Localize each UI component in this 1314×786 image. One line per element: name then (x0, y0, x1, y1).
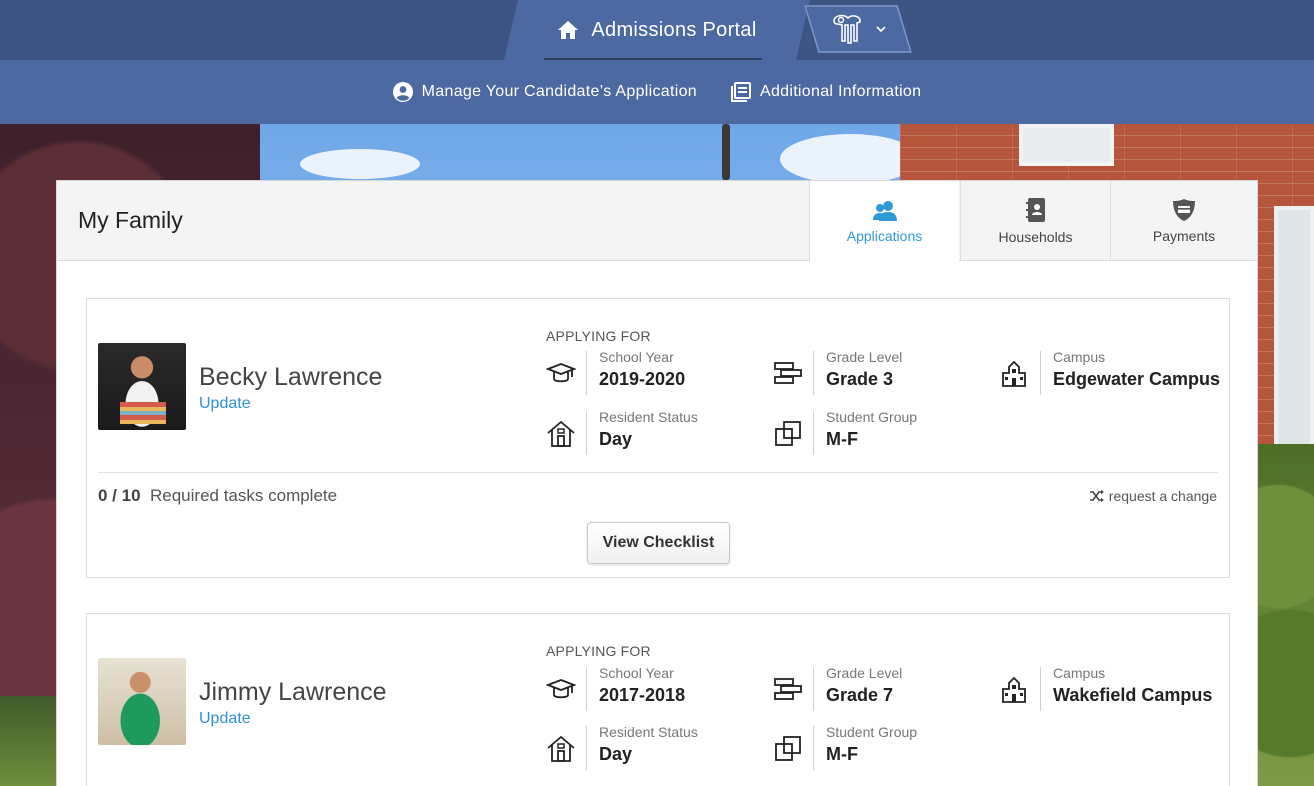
home-icon (557, 20, 579, 40)
tab-households[interactable]: Households (960, 181, 1110, 261)
ivy (1254, 444, 1314, 786)
building-window (1274, 206, 1314, 476)
overlapping-squares-icon (775, 421, 801, 446)
cloud (780, 134, 920, 184)
candidate-name: Becky Lawrence (199, 363, 383, 391)
building-icon (1002, 676, 1026, 703)
tasks-text: Required tasks complete (150, 486, 338, 505)
tab-payments-label: Payments (1152, 228, 1216, 244)
top-bar: Admissions Portal (0, 0, 1314, 60)
student-group-value: M-F (826, 744, 858, 764)
campus-value: Wakefield Campus (1053, 685, 1213, 705)
field-separator (586, 726, 587, 770)
resident-status-value: Day (599, 744, 633, 764)
school-year-value: 2017-2018 (599, 685, 686, 705)
school-logo-menu[interactable] (804, 5, 912, 53)
books (120, 402, 166, 424)
stacked-blocks-icon (774, 362, 802, 384)
candidate-name: Jimmy Lawrence (199, 678, 387, 706)
users-icon (872, 200, 897, 221)
request-change-link[interactable]: request a change (1089, 488, 1217, 504)
building-window (1019, 124, 1114, 166)
campus-value: Edgewater Campus (1053, 369, 1221, 389)
house-icon (547, 420, 575, 447)
tasks-progress: 0 / 10 Required tasks complete (98, 486, 337, 506)
tab-payments[interactable]: Payments (1110, 181, 1257, 261)
student-group-label: Student Group (826, 409, 918, 425)
field-separator (813, 726, 814, 770)
applying-for-heading: APPLYING FOR (546, 328, 651, 344)
my-family-panel: My Family Applications Households Paymen… (56, 180, 1258, 786)
candidate-card: Jimmy Lawrence Update APPLYING FOR Schoo… (86, 613, 1230, 786)
main-nav: Manage Your Candidate’s Application Addi… (0, 60, 1314, 124)
account-circle-icon (392, 82, 413, 102)
applying-for-heading: APPLYING FOR (546, 643, 651, 659)
building-icon (1002, 360, 1026, 387)
campus-label: Campus (1053, 665, 1106, 681)
overlapping-squares-icon (775, 736, 801, 761)
view-checklist-button[interactable]: View Checklist (587, 522, 730, 564)
tab-applications-label: Applications (846, 227, 923, 244)
stacked-blocks-icon (774, 678, 802, 700)
campus-label: Campus (1053, 349, 1106, 365)
grass (0, 696, 60, 786)
field-separator (586, 667, 587, 711)
resident-status-label: Resident Status (599, 724, 698, 740)
request-change-label: request a change (1108, 488, 1217, 504)
nav-manage-application[interactable]: Manage Your Candidate’s Application (392, 82, 697, 102)
resident-status-value: Day (599, 429, 633, 449)
nav-additional-information-label: Additional Information (759, 83, 922, 100)
nav-manage-application-label: Manage Your Candidate’s Application (421, 83, 697, 100)
shuffle-icon (1089, 490, 1104, 502)
cloud (300, 149, 420, 179)
candidate-photo (98, 343, 186, 430)
school-year-label: School Year (599, 665, 674, 681)
document-list-icon (730, 82, 751, 102)
student-group-label: Student Group (826, 724, 918, 740)
field-separator (586, 411, 587, 455)
nav-additional-information[interactable]: Additional Information (730, 82, 922, 102)
graduation-cap-icon (546, 679, 576, 699)
student-group-value: M-F (826, 429, 858, 449)
school-year-label: School Year (599, 349, 674, 365)
logo-tab-border (804, 5, 912, 53)
field-separator (813, 411, 814, 455)
grade-level-label: Grade Level (826, 665, 903, 681)
address-book-icon (1025, 198, 1045, 222)
candidate-card: Becky Lawrence Update APPLYING FOR Schoo… (86, 298, 1230, 578)
candidate-photo (98, 658, 186, 745)
tasks-count: 0 / 10 (98, 486, 141, 505)
tab-households-label: Households (998, 229, 1073, 245)
portal-title: Admissions Portal (591, 18, 757, 41)
school-year-value: 2019-2020 (599, 369, 686, 389)
payment-shield-icon (1173, 199, 1195, 221)
update-link[interactable]: Update (199, 710, 251, 728)
field-separator (813, 351, 814, 395)
page-title: My Family (78, 207, 183, 233)
spire (722, 124, 730, 180)
field-separator (586, 351, 587, 395)
field-separator (1040, 351, 1041, 395)
grade-level-value: Grade 7 (826, 685, 894, 705)
grade-level-label: Grade Level (826, 349, 903, 365)
house-icon (547, 735, 575, 762)
panel-header: My Family Applications Households Paymen… (57, 181, 1257, 262)
graduation-cap-icon (546, 363, 576, 383)
grade-level-value: Grade 3 (826, 369, 894, 389)
field-separator (1040, 667, 1041, 711)
update-link[interactable]: Update (199, 395, 251, 413)
tab-applications[interactable]: Applications (809, 181, 959, 262)
card-divider (98, 472, 1218, 473)
field-separator (813, 667, 814, 711)
admissions-portal-tab[interactable]: Admissions Portal (504, 0, 810, 60)
resident-status-label: Resident Status (599, 409, 698, 425)
